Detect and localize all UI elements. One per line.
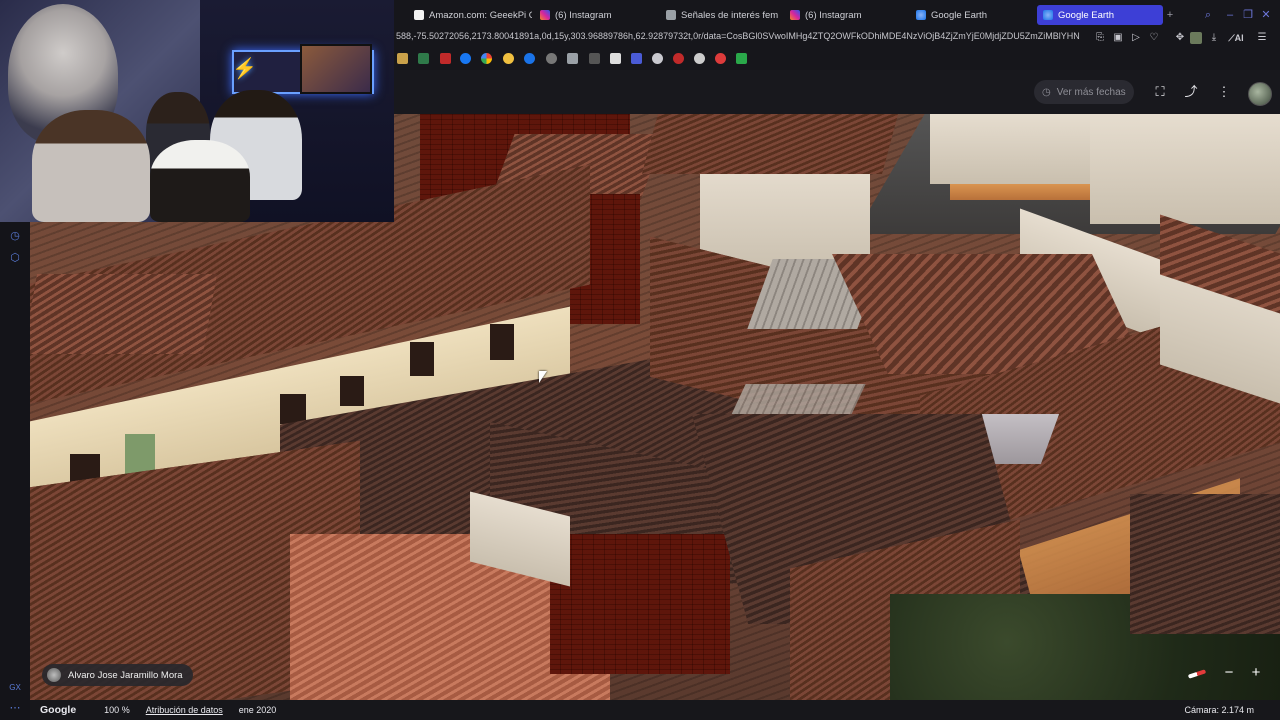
compass-icon[interactable] [1187, 667, 1207, 681]
google-earth-icon [916, 10, 926, 20]
bookmark-icon[interactable] [736, 53, 747, 64]
restore-icon[interactable]: ❐ [1242, 9, 1254, 21]
more-dates-label: Ver más fechas [1056, 86, 1126, 98]
download-icon[interactable]: ⤓ [1208, 32, 1220, 44]
google-logo: Google [40, 704, 77, 716]
bookmark-icon[interactable] [546, 53, 557, 64]
tab-strip: Amazon.com: GeeekPi Or (6) Instagram Señ… [394, 0, 1280, 30]
wall-display [300, 44, 372, 94]
author-avatar [47, 668, 61, 682]
chrome-icon[interactable] [481, 53, 492, 64]
ai-assistant-icon[interactable]: ⟋AI [1226, 32, 1246, 44]
earth-toolbar: ◷ Ver más fechas ⛶ ⤴ ⋮ [394, 70, 1280, 114]
heart-icon[interactable]: ♡ [1148, 32, 1160, 44]
profile-avatar[interactable] [1248, 82, 1272, 106]
more-dates-button[interactable]: ◷ Ver más fechas [1034, 80, 1134, 104]
tiled-roof [30, 274, 218, 354]
tab-instagram-1[interactable]: (6) Instagram [540, 5, 650, 25]
menu-icon[interactable]: ☰ [1256, 32, 1268, 44]
document-icon [666, 10, 676, 20]
amazon-icon [414, 10, 424, 20]
author-name: Alvaro Jose Jaramillo Mora [68, 669, 183, 681]
bookmark-icon[interactable] [418, 53, 429, 64]
bookmark-page-icon[interactable]: ⎘ [1094, 32, 1106, 44]
tab-google-earth-active[interactable]: Google Earth [1037, 5, 1163, 25]
tab-senales[interactable]: Señales de interés feme [666, 5, 778, 25]
link-icon[interactable] [589, 53, 600, 64]
tab-label: Google Earth [931, 9, 987, 21]
brick-building [550, 534, 730, 674]
extension-thumbnail-icon[interactable] [1190, 32, 1202, 44]
tab-label: (6) Instagram [555, 9, 612, 21]
window [410, 342, 434, 376]
tiled-roof [641, 114, 899, 174]
bookmark-icon[interactable] [524, 53, 535, 64]
zoom-in-icon[interactable]: + [1248, 665, 1264, 681]
instagram-icon [540, 10, 550, 20]
bookmark-icon[interactable] [631, 53, 642, 64]
zoom-level: 100 % [104, 705, 130, 715]
tab-amazon[interactable]: Amazon.com: GeeekPi Or [414, 5, 532, 25]
history-icon[interactable]: ◷ [9, 230, 21, 242]
white-building [930, 114, 1090, 184]
play-icon[interactable]: ▷ [1130, 32, 1142, 44]
neon-lightning-icon: ⚡ [232, 58, 257, 80]
gx-logo-icon[interactable]: GX [9, 682, 21, 694]
minimize-icon[interactable]: – [1224, 9, 1236, 21]
window [490, 324, 514, 360]
bookmark-icon[interactable] [440, 53, 451, 64]
bookmark-icon[interactable] [503, 53, 514, 64]
search-tabs-icon[interactable]: ⌕ [1202, 9, 1214, 21]
tab-label: Amazon.com: GeeekPi Or [429, 9, 532, 21]
bookmark-icon[interactable] [652, 53, 663, 64]
folder-icon[interactable] [397, 53, 408, 64]
bookmarks-bar [394, 48, 1280, 70]
imagery-date: ene 2020 [238, 705, 277, 715]
screenshot-icon[interactable]: ▣ [1112, 32, 1124, 44]
google-earth-icon [1043, 10, 1053, 20]
share-icon[interactable]: ⤴ [1183, 84, 1199, 100]
instagram-icon [790, 10, 800, 20]
person [150, 140, 250, 222]
tab-label: Google Earth [1058, 9, 1114, 21]
zoom-out-icon[interactable]: − [1221, 665, 1237, 681]
close-window-icon[interactable]: ✕ [1260, 9, 1272, 21]
more-options-icon[interactable]: ⋮ [1216, 84, 1232, 100]
webcam-overlay: ⚡ [0, 0, 394, 222]
white-building [1090, 114, 1280, 224]
data-attribution-link[interactable]: Atribución de datos [146, 705, 223, 715]
tab-google-earth-1[interactable]: Google Earth [916, 5, 1026, 25]
new-tab-icon[interactable]: + [1164, 9, 1176, 21]
orange-trim [950, 184, 1090, 200]
screenshot-capture-icon[interactable]: ⛶ [1152, 84, 1168, 100]
tab-label: Señales de interés feme [681, 9, 778, 21]
bookmark-icon[interactable] [673, 53, 684, 64]
photo-author-chip[interactable]: Alvaro Jose Jaramillo Mora [42, 664, 193, 686]
bookmark-icon[interactable] [610, 53, 621, 64]
camera-altitude: Cámara: 2.174 m [1184, 705, 1254, 715]
url-field[interactable]: 588,-75.50272056,2173.80041891a,0d,15y,3… [396, 31, 1088, 41]
extensions-icon[interactable]: ⬡ [9, 252, 21, 264]
window [340, 376, 364, 406]
extensions-puzzle-icon[interactable]: ✥ [1174, 32, 1186, 44]
bookmark-icon[interactable] [715, 53, 726, 64]
tab-label: (6) Instagram [805, 9, 862, 21]
bookmark-icon[interactable] [694, 53, 705, 64]
address-bar: 588,-75.50272056,2173.80041891a,0d,15y,3… [394, 28, 1280, 48]
tab-instagram-2[interactable]: (6) Instagram [790, 5, 900, 25]
status-footer: Google 100 % Atribución de datos ene 202… [30, 700, 1280, 720]
history-icon: ◷ [1042, 86, 1051, 98]
document-icon[interactable] [567, 53, 578, 64]
person [32, 110, 150, 222]
more-icon[interactable]: ⋯ [9, 702, 21, 714]
tiled-roof [1130, 494, 1280, 634]
facebook-icon[interactable] [460, 53, 471, 64]
